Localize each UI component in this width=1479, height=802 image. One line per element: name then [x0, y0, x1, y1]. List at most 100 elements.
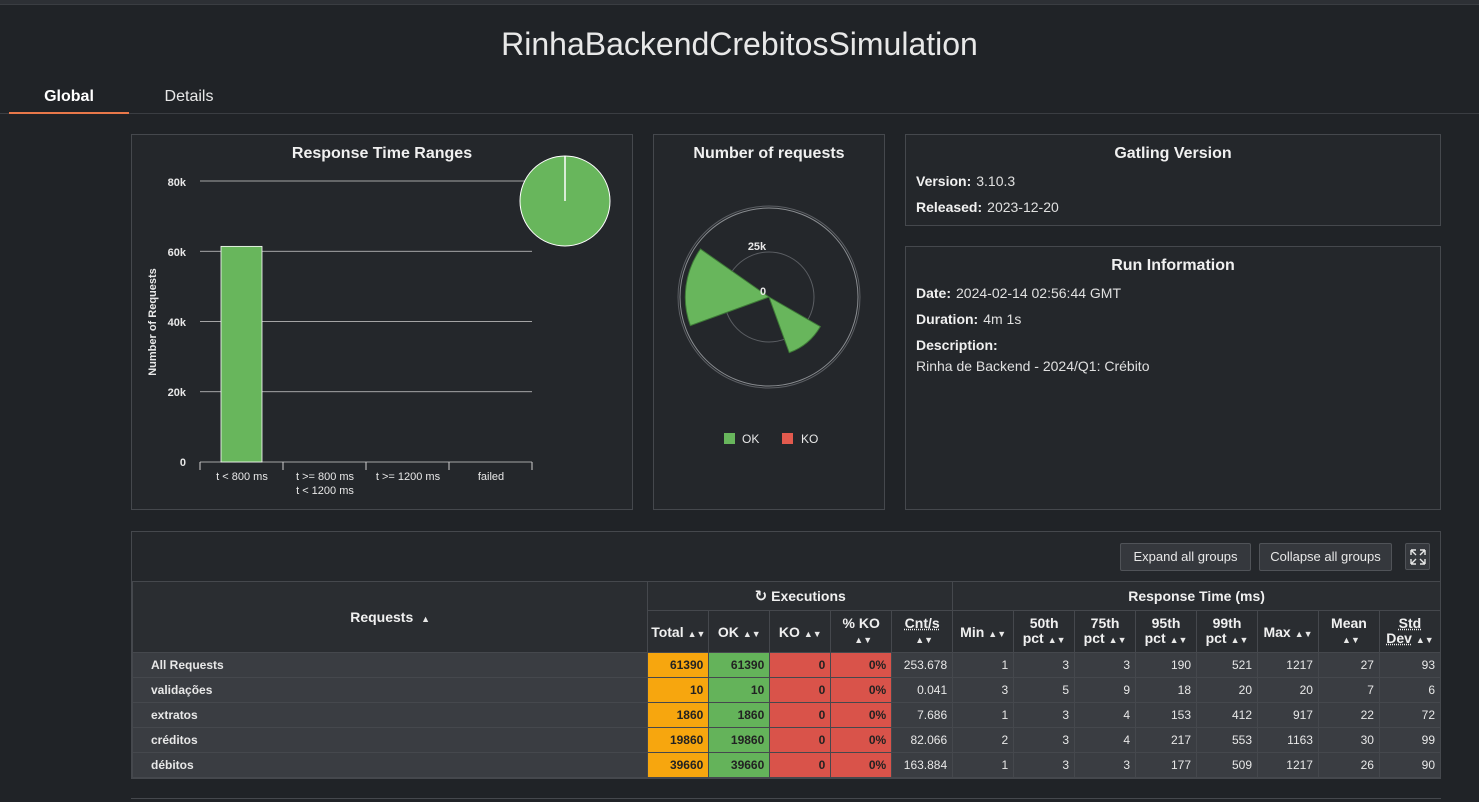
version-line: Version: 3.10.3 — [916, 173, 1015, 189]
col-p50-label: 50th — [1029, 614, 1059, 631]
col-cnt-s[interactable]: Cnt/s ▲▼ — [891, 610, 954, 653]
ring-label: 0 — [760, 286, 766, 298]
cell-mean: 7 — [1317, 677, 1380, 703]
executions-group-header: ↻ Executions — [647, 581, 954, 611]
col-ok[interactable]: OK ▲▼ — [708, 610, 771, 653]
col-p75-label: 75th — [1090, 614, 1120, 631]
expand-all-groups-button[interactable]: Expand all groups — [1120, 543, 1251, 571]
ranges-chart: Number of Requests 80k 60k 40k 20k 0 t <… — [147, 155, 611, 497]
sort-icon: ▲▼ — [803, 628, 822, 639]
cell-p50: 3 — [1013, 727, 1076, 753]
col-p95-label-2: pct — [1144, 629, 1166, 646]
cell-p95: 177 — [1135, 752, 1198, 778]
cell-p75: 3 — [1074, 752, 1137, 778]
cell-name[interactable]: validações — [131, 677, 649, 703]
sort-icon: ▲▼ — [1047, 634, 1066, 645]
cell-cnt: 82.066 — [891, 727, 954, 753]
cell-std: 6 — [1378, 677, 1442, 703]
cell-p50: 3 — [1013, 652, 1076, 678]
col-pct-ko-label: % KO — [842, 614, 880, 631]
sort-icon: ▲▼ — [915, 634, 934, 645]
cell-ok: 19860 — [708, 727, 771, 753]
legend-ko-label[interactable]: KO — [801, 432, 818, 446]
cell-p50: 5 — [1013, 677, 1076, 703]
ytick-label: 40k — [168, 317, 187, 329]
polar-slice[interactable] — [768, 295, 821, 354]
legend-ok-label[interactable]: OK — [742, 432, 759, 446]
cell-std: 72 — [1378, 702, 1442, 728]
expand-arrows-icon — [1409, 549, 1426, 565]
table-row[interactable]: All Requests 61390 61390 0 0% 253.678 1 3 3 190 52… — [131, 652, 1442, 678]
version-value: 3.10.3 — [976, 173, 1016, 189]
col-p75-label-2: pct — [1083, 629, 1105, 646]
cell-pct-ko: 0% — [830, 702, 893, 728]
cell-total: 10 — [647, 677, 710, 703]
cell-pct-ko: 0% — [830, 752, 893, 778]
cell-p99: 521 — [1196, 652, 1258, 678]
table-row[interactable]: créditos 19860 19860 0 0% 82.066 2 3 4 217 553 1163… — [131, 727, 1442, 753]
cell-pct-ko: 0% — [830, 727, 893, 753]
col-p95-label: 95th — [1151, 614, 1181, 631]
ytick-label: 60k — [168, 247, 187, 259]
table-row[interactable]: extratos 1860 1860 0 0% 7.686 1 3 4 153 412 917 22 72 — [131, 702, 1442, 728]
cell-mean: 27 — [1317, 652, 1380, 678]
col-p50-label-2: pct — [1022, 629, 1044, 646]
executions-label: Executions — [771, 588, 846, 604]
tab-details[interactable]: Details — [148, 88, 230, 114]
cell-name[interactable]: All Requests — [131, 652, 649, 678]
cell-p95: 18 — [1135, 677, 1198, 703]
cell-mean: 30 — [1317, 727, 1380, 753]
col-ko[interactable]: KO ▲▼ — [769, 610, 832, 653]
requests-header[interactable]: Requests ▲ — [131, 581, 649, 653]
col-min[interactable]: Min ▲▼ — [952, 610, 1015, 653]
xtick-label: t < 800 ms — [216, 471, 268, 483]
cell-name[interactable]: créditos — [131, 727, 649, 753]
fullscreen-button[interactable] — [1405, 543, 1430, 570]
cell-total: 19860 — [647, 727, 710, 753]
sort-icon: ▲▼ — [1169, 634, 1188, 645]
number-of-requests-panel: Number of requests 25k 0 OK KO — [653, 134, 885, 510]
legend-ko-swatch[interactable] — [782, 433, 793, 444]
sort-icon: ▲▼ — [1342, 634, 1360, 645]
cell-ko: 0 — [769, 702, 832, 728]
run-information-panel: Run Information Date: 2024-02-14 02:56:44… — [905, 246, 1441, 510]
cell-max: 917 — [1257, 702, 1319, 728]
released-value: 2023-12-20 — [987, 199, 1059, 215]
col-mean[interactable]: Mean ▲▼ — [1317, 610, 1380, 653]
sort-icon: ▲▼ — [1294, 628, 1313, 639]
bar[interactable] — [220, 245, 263, 463]
col-p95[interactable]: 95th pct ▲▼ — [1135, 610, 1198, 653]
cell-std: 90 — [1378, 752, 1442, 778]
description-value: Rinha de Backend - 2024/Q1: Crébito — [916, 358, 1150, 374]
table-row[interactable]: débitos 39660 39660 0 0% 163.884 1 3 3 177 509 1217… — [131, 752, 1442, 778]
col-max[interactable]: Max ▲▼ — [1257, 610, 1319, 653]
cell-p50: 3 — [1013, 702, 1076, 728]
col-max-label: Max — [1263, 623, 1291, 640]
col-std-dev[interactable]: Std Dev ▲▼ — [1378, 610, 1442, 653]
cell-name[interactable]: extratos — [131, 702, 649, 728]
cell-max: 1163 — [1257, 727, 1319, 753]
col-p99[interactable]: 99th pct ▲▼ — [1196, 610, 1258, 653]
tab-global[interactable]: Global — [9, 88, 129, 114]
col-ok-label: OK — [717, 623, 739, 640]
sort-asc-icon: ▲ — [421, 614, 431, 624]
released-line: Released: 2023-12-20 — [916, 199, 1059, 215]
cell-name[interactable]: débitos — [131, 752, 649, 778]
legend-ok-swatch[interactable] — [724, 433, 735, 444]
refresh-icon: ↻ — [754, 588, 768, 605]
col-total[interactable]: Total ▲▼ — [647, 610, 710, 653]
sort-icon: ▲▼ — [988, 628, 1007, 639]
cell-p99: 412 — [1196, 702, 1258, 728]
table-row[interactable]: validações 10 10 0 0% 0.041 3 5 9 18 20 20 7 6 — [131, 677, 1442, 703]
col-p50[interactable]: 50th pct ▲▼ — [1013, 610, 1076, 653]
col-min-label: Min — [960, 623, 985, 640]
date-label: Date: — [916, 285, 952, 301]
col-p75[interactable]: 75th pct ▲▼ — [1074, 610, 1137, 653]
col-p99-label-2: pct — [1205, 629, 1227, 646]
sort-icon: ▲▼ — [1108, 634, 1127, 645]
col-total-label: Total — [651, 623, 684, 640]
cell-p99: 553 — [1196, 727, 1258, 753]
col-pct-ko[interactable]: % KO ▲▼ — [830, 610, 893, 653]
tab-bar: Global Details — [0, 84, 1479, 114]
collapse-all-groups-button[interactable]: Collapse all groups — [1259, 543, 1392, 571]
